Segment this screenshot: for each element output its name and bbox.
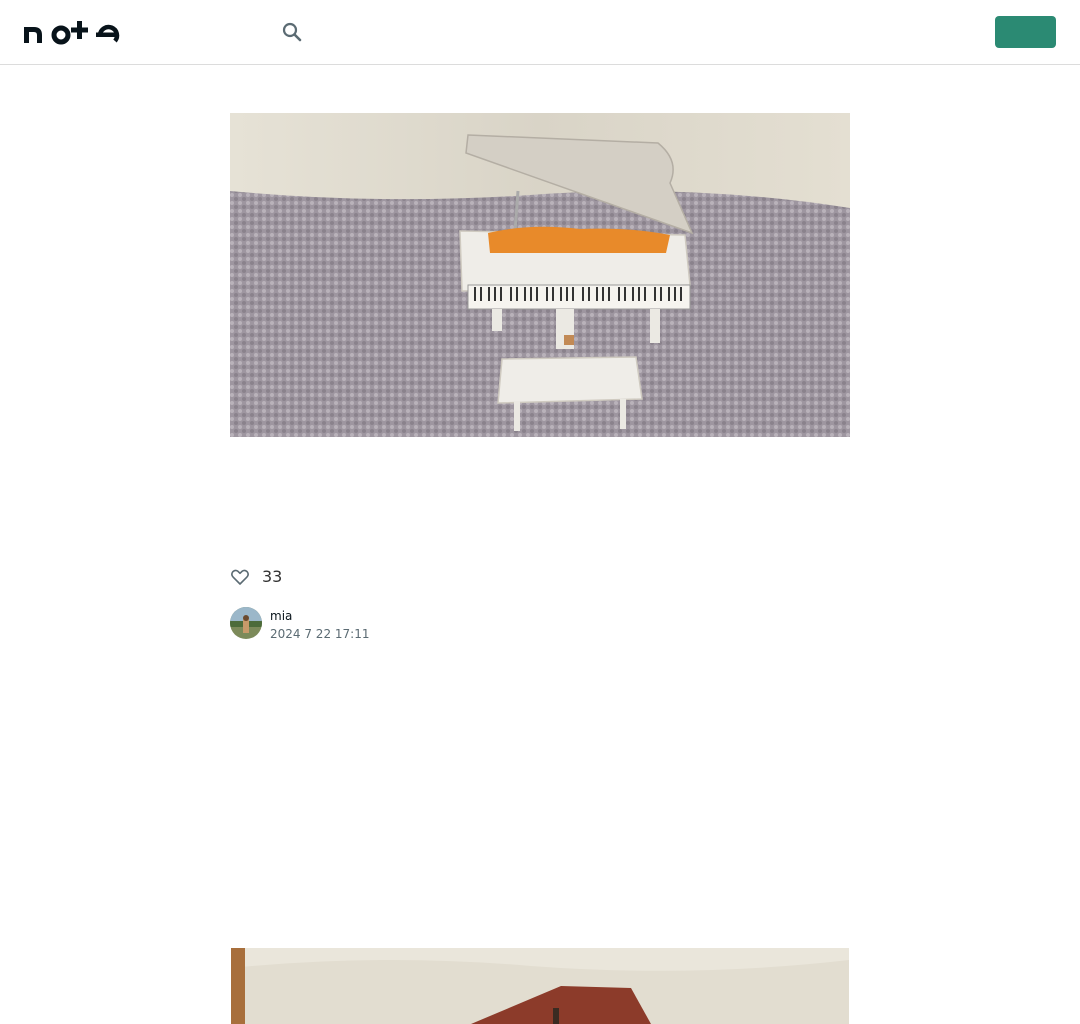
avatar[interactable] <box>230 607 262 639</box>
author-block: mia 2024 7 22 17:11 <box>230 606 850 641</box>
search-icon <box>282 22 302 42</box>
search-button[interactable] <box>280 20 304 44</box>
heart-icon[interactable] <box>230 567 250 587</box>
post-date: 2024 7 22 17:11 <box>270 627 370 641</box>
article-body <box>230 695 850 731</box>
note-logo[interactable] <box>24 19 124 45</box>
hero-image <box>230 113 850 437</box>
like-count: 33 <box>262 567 283 586</box>
article-image <box>231 948 849 1024</box>
signup-button[interactable] <box>995 16 1056 48</box>
author-name[interactable]: mia <box>270 608 292 624</box>
site-header <box>0 0 1080 65</box>
